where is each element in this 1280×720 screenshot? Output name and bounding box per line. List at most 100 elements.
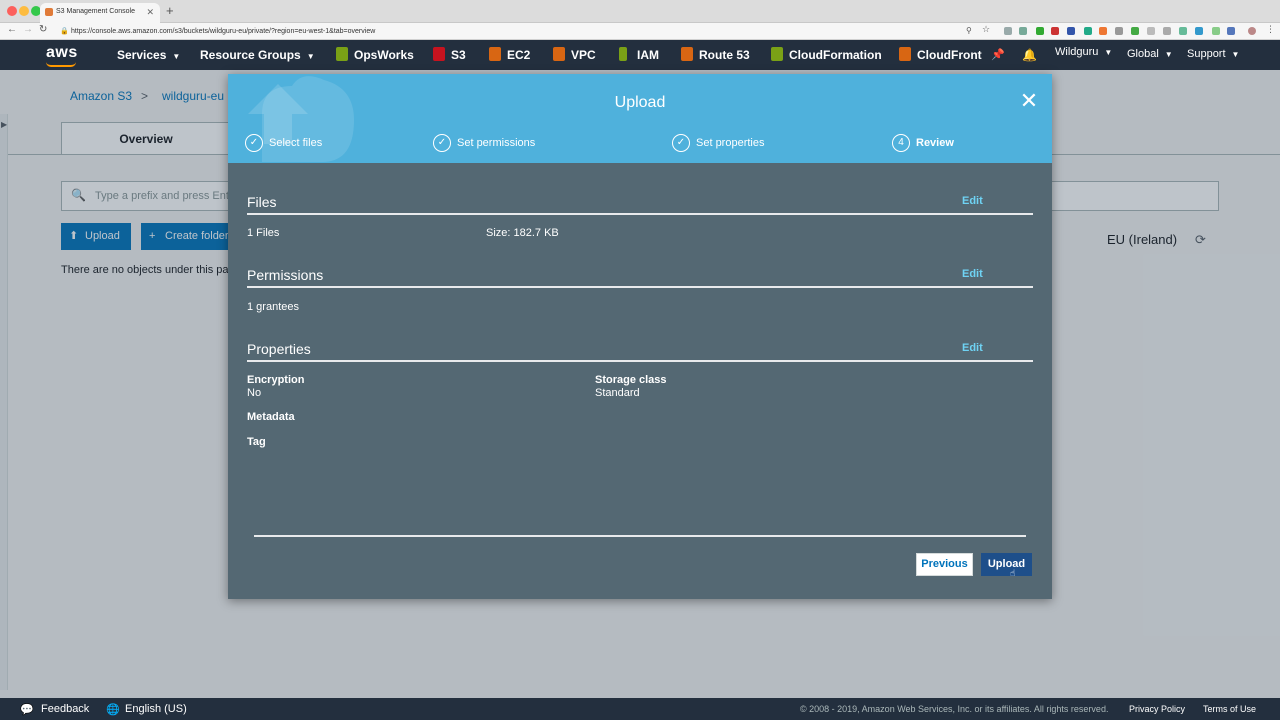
close-icon[interactable]: ✕ — [1017, 90, 1041, 114]
console-footer: 💬 Feedback 🌐 English (US) © 2008 - 2019,… — [0, 698, 1280, 720]
feedback-icon: 💬 — [20, 704, 34, 716]
extension-icon[interactable] — [1004, 27, 1012, 35]
extension-icon[interactable] — [1195, 27, 1203, 35]
chevron-down-icon: ▼ — [1104, 48, 1113, 57]
modal-header: Upload ✕ ✓ Select files ✓ Set permission… — [228, 74, 1052, 163]
new-tab-button[interactable]: + — [166, 3, 174, 18]
feedback-link[interactable]: Feedback — [41, 703, 89, 715]
shortcut-iam[interactable]: IAM — [637, 48, 659, 62]
shortcut-cloudformation[interactable]: CloudFormation — [789, 48, 882, 62]
grantees-count: 1 grantees — [247, 301, 299, 313]
close-tab-icon[interactable]: ✕ — [146, 3, 154, 21]
modal-title: Upload — [614, 94, 666, 111]
resource-groups-label: Resource Groups — [200, 48, 301, 62]
extension-icon[interactable] — [1099, 27, 1107, 35]
encryption-value: No — [247, 387, 262, 399]
chevron-down-icon: ▼ — [1164, 50, 1173, 59]
terms-link[interactable]: Terms of Use — [1203, 704, 1256, 714]
extension-icon[interactable] — [1019, 27, 1027, 35]
bookmark-star-icon[interactable]: ☆ — [982, 24, 990, 35]
permissions-edit-link[interactable]: Edit — [962, 268, 983, 280]
profile-avatar[interactable] — [1248, 27, 1256, 35]
chevron-down-icon: ▼ — [1231, 50, 1240, 59]
window-close-dot[interactable] — [7, 6, 17, 16]
cloudformation-icon — [771, 47, 783, 61]
window-minimize-dot[interactable] — [19, 6, 29, 16]
shortcut-vpc[interactable]: VPC — [571, 48, 596, 62]
step-label: Set permissions — [457, 137, 536, 149]
iam-icon — [619, 47, 627, 61]
files-count: 1 Files — [247, 227, 280, 239]
region-menu[interactable]: Global ▼ — [1127, 48, 1173, 60]
browser-tab-bar: S3 Management Console ✕ + — [0, 0, 1280, 23]
extension-icon[interactable] — [1227, 27, 1235, 35]
upload-modal: Upload ✕ ✓ Select files ✓ Set permission… — [228, 74, 1052, 599]
aws-top-nav: aws Services ▼ Resource Groups ▼ OpsWorks … — [0, 40, 1280, 70]
extension-icon[interactable] — [1067, 27, 1075, 35]
account-menu[interactable]: Wildguru ▼ — [1055, 46, 1112, 58]
forward-icon[interactable]: → — [23, 24, 33, 35]
section-divider — [247, 213, 1033, 215]
extension-icon[interactable] — [1163, 27, 1171, 35]
resource-groups-menu[interactable]: Resource Groups ▼ — [200, 48, 315, 62]
chevron-down-icon: ▼ — [172, 52, 181, 61]
privacy-policy-link[interactable]: Privacy Policy — [1129, 704, 1185, 714]
browser-menu-icon[interactable]: ⋮ — [1266, 24, 1275, 35]
files-section-title: Files — [247, 194, 277, 210]
check-icon: ✓ — [672, 134, 690, 152]
language-selector[interactable]: English (US) — [125, 703, 187, 715]
extension-icon[interactable] — [1084, 27, 1092, 35]
check-icon: ✓ — [245, 134, 263, 152]
url-text: https://console.aws.amazon.com/s3/bucket… — [71, 28, 376, 35]
globe-icon: 🌐 — [106, 704, 120, 716]
previous-button[interactable]: Previous — [916, 553, 973, 576]
back-icon[interactable]: ← — [7, 24, 17, 35]
support-menu[interactable]: Support ▼ — [1187, 48, 1239, 60]
permissions-section-title: Permissions — [247, 267, 324, 283]
shortcut-ec2[interactable]: EC2 — [507, 48, 530, 62]
shortcut-cloudfront[interactable]: CloudFront — [917, 48, 982, 62]
extension-icon[interactable] — [1212, 27, 1220, 35]
url-field[interactable]: 🔒 https://console.aws.amazon.com/s3/buck… — [58, 25, 958, 38]
files-edit-link[interactable]: Edit — [962, 195, 983, 207]
aws-smile-icon — [46, 62, 76, 67]
upload-button[interactable]: Upload — [981, 553, 1032, 576]
shortcut-s3[interactable]: S3 — [451, 48, 466, 62]
extension-icon[interactable] — [1115, 27, 1123, 35]
section-divider — [247, 286, 1033, 288]
vpc-icon — [553, 47, 565, 61]
account-label: Wildguru — [1055, 46, 1099, 58]
footer-divider — [254, 535, 1026, 537]
extension-icon[interactable] — [1147, 27, 1155, 35]
region-label: Global — [1127, 48, 1159, 60]
step-label: Set properties — [696, 137, 765, 149]
extension-icon[interactable] — [1179, 27, 1187, 35]
metadata-label: Metadata — [247, 411, 295, 423]
step-label: Select files — [269, 137, 323, 149]
bell-icon[interactable]: 🔔 — [1022, 48, 1037, 62]
zoom-icon[interactable]: ⚲ — [966, 26, 972, 35]
extension-icon[interactable] — [1036, 27, 1044, 35]
browser-tab[interactable]: S3 Management Console ✕ — [40, 3, 160, 23]
aws-logo[interactable]: aws — [46, 44, 78, 67]
mouse-cursor-icon: ☝ — [1010, 568, 1016, 578]
support-label: Support — [1187, 48, 1226, 60]
copyright-text: © 2008 - 2019, Amazon Web Services, Inc.… — [800, 704, 1109, 714]
pin-icon[interactable]: 📌 — [991, 48, 1005, 61]
check-icon: ✓ — [433, 134, 451, 152]
services-menu[interactable]: Services ▼ — [117, 48, 180, 62]
reload-icon[interactable]: ↻ — [39, 24, 47, 35]
shortcut-opsworks[interactable]: OpsWorks — [354, 48, 414, 62]
tag-label: Tag — [247, 436, 266, 448]
properties-edit-link[interactable]: Edit — [962, 342, 983, 354]
storage-class-label: Storage class — [595, 374, 667, 386]
opsworks-icon — [336, 47, 348, 61]
extension-icon[interactable] — [1131, 27, 1139, 35]
cloudfront-icon — [899, 47, 911, 61]
storage-class-value: Standard — [595, 387, 640, 399]
services-label: Services — [117, 48, 167, 62]
aws-logo-text: aws — [46, 44, 78, 61]
chevron-down-icon: ▼ — [306, 52, 315, 61]
shortcut-route53[interactable]: Route 53 — [699, 48, 750, 62]
extension-icon[interactable] — [1051, 27, 1059, 35]
